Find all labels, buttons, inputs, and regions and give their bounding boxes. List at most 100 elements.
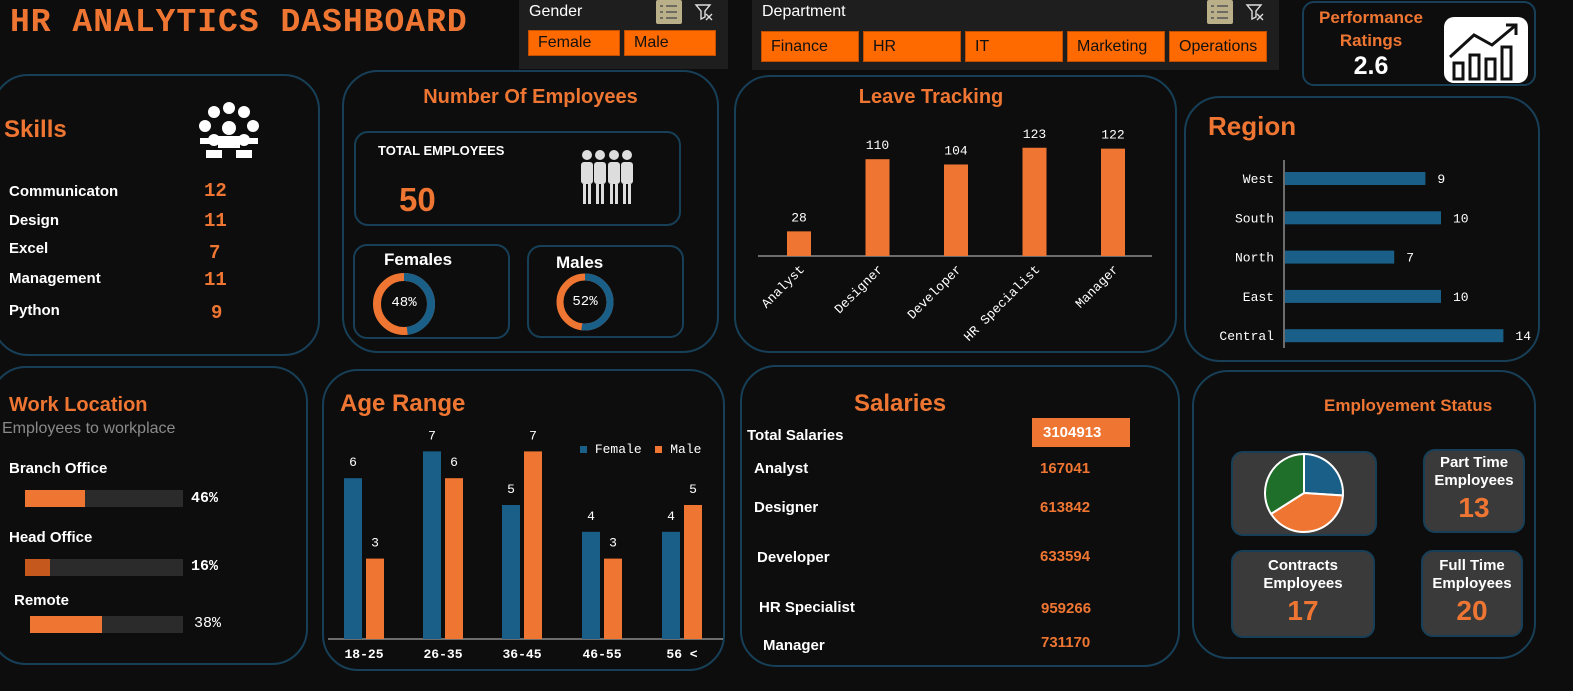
part-time-label: Part Time Employees: [1434, 454, 1514, 489]
region-panel: Region West 9 South 10 North 7 East 10 Central 14: [1184, 96, 1540, 362]
location-bar: [30, 616, 183, 633]
salary-amount: 613842: [1040, 499, 1091, 516]
region-data-label: 10: [1453, 290, 1469, 305]
salary-amount: 167041: [1040, 460, 1091, 477]
age-data-label: 3: [371, 536, 379, 551]
multi-select-icon[interactable]: [656, 0, 682, 24]
leave-category-label: HR Specialist: [961, 262, 1043, 344]
slicer-option-hr[interactable]: HR: [863, 31, 961, 62]
employees-title: Number Of Employees: [423, 86, 638, 108]
salary-role: HR Specialist: [759, 599, 855, 616]
leave-category-label: Developer: [905, 262, 965, 322]
leave-data-label: 28: [791, 210, 807, 225]
region-data-label: 10: [1453, 211, 1469, 226]
age-data-label: 5: [507, 482, 515, 497]
part-time-card: Part Time Employees 13: [1423, 449, 1525, 533]
leave-bar: [1022, 147, 1047, 256]
region-category-label: West: [1243, 172, 1274, 187]
dashboard-title: HR ANALYTICS DASHBOARD: [10, 4, 468, 41]
location-bar-fill: [25, 490, 85, 507]
skill-count: 11: [204, 269, 227, 291]
total-employees-value: 50: [399, 181, 436, 218]
age-category-label: 56 <: [666, 647, 697, 662]
skill-name: Management: [9, 270, 101, 287]
clear-filter-icon[interactable]: [1245, 2, 1265, 22]
location-bar: [25, 490, 183, 507]
region-bar: [1285, 172, 1426, 185]
slicer-option-male[interactable]: Male: [624, 30, 716, 56]
males-card: Males 52%: [527, 245, 684, 338]
contracts-value: 17: [1287, 595, 1319, 626]
age-category-label: 36-45: [502, 647, 541, 662]
age-data-label: 6: [450, 455, 458, 470]
skill-name: Python: [9, 302, 60, 319]
salary-role: Analyst: [754, 460, 809, 477]
gender-slicer-label: Gender: [529, 3, 583, 20]
salaries-panel: Salaries Total Salaries 3104913 Analyst …: [740, 365, 1180, 667]
people-row-icon: [578, 147, 636, 209]
leave-data-label: 110: [866, 138, 889, 153]
clear-filter-icon[interactable]: [694, 2, 714, 22]
salary-role: Developer: [757, 549, 830, 566]
females-percent: 48%: [391, 295, 417, 311]
region-category-label: Central: [1219, 329, 1274, 344]
slicer-option-operations[interactable]: Operations: [1169, 31, 1267, 62]
skill-name: Design: [9, 212, 60, 229]
region-category-label: South: [1235, 211, 1274, 226]
slicer-option-it[interactable]: IT: [965, 31, 1063, 62]
age-bar: [423, 451, 441, 639]
age-bar: [502, 505, 520, 639]
slicer-option-female[interactable]: Female: [528, 30, 620, 56]
age-bar: [662, 531, 680, 639]
age-category-label: 26-35: [423, 647, 462, 662]
region-data-label: 14: [1515, 329, 1531, 344]
region-data-label: 7: [1406, 251, 1414, 266]
age-chart: 6318-257626-355736-454346-554556 <: [328, 428, 723, 662]
contracts-card: Contracts Employees 17: [1231, 550, 1375, 638]
leave-chart: 28 Analyst 110 Designer 104 Developer 123 HR Sp…: [758, 127, 1152, 345]
performance-panel: Performance Ratings 2.6: [1302, 1, 1536, 86]
region-category-label: North: [1235, 251, 1274, 266]
gender-slicer: Gender Female Male: [519, 0, 728, 69]
location-bar-fill: [25, 559, 50, 576]
age-data-label: 4: [667, 509, 675, 524]
location-name: Branch Office: [9, 460, 108, 477]
age-bar: [604, 558, 622, 639]
location-percent: 46%: [191, 490, 219, 507]
leave-category-label: Analyst: [759, 262, 808, 311]
leave-data-label: 123: [1023, 127, 1046, 142]
region-bar: [1285, 211, 1441, 225]
salary-amount: 959266: [1041, 600, 1092, 617]
region-bar: [1285, 289, 1441, 303]
leave-bar: [787, 231, 811, 256]
skills-title: Skills: [4, 116, 67, 143]
slicer-option-finance[interactable]: Finance: [761, 31, 859, 62]
leave-bar: [865, 159, 890, 256]
multi-select-icon[interactable]: [1207, 0, 1233, 24]
pie-slice: [1303, 452, 1344, 497]
contracts-label: Contracts Employees: [1263, 557, 1343, 592]
full-time-card: Full Time Employees 20: [1421, 550, 1523, 637]
work-location-title: Work Location: [9, 394, 148, 416]
age-bar: [524, 451, 542, 639]
leave-bar: [944, 164, 968, 256]
age-bar: [684, 505, 702, 639]
performance-value: 2.6: [1353, 52, 1389, 80]
leave-data-label: 104: [944, 143, 968, 158]
females-label: Females: [384, 250, 453, 269]
region-category-label: East: [1243, 290, 1274, 305]
age-category-label: 18-25: [344, 647, 383, 662]
age-data-label: 7: [529, 428, 537, 443]
part-time-value: 13: [1458, 492, 1490, 523]
salaries-title: Salaries: [854, 390, 947, 417]
growth-chart-icon: [1444, 17, 1528, 83]
age-data-label: 7: [428, 428, 436, 443]
age-data-label: 6: [349, 455, 357, 470]
skill-name: Communicaton: [9, 183, 119, 200]
leave-category-label: Manager: [1073, 262, 1122, 311]
work-location-panel: Work Location Employees to workplace Bra…: [0, 366, 308, 665]
skill-count: 12: [204, 180, 227, 202]
total-employees-label: TOTAL EMPLOYEES: [378, 143, 505, 158]
skills-panel: Skills Communicaton 12 Design 11 Excel 7…: [0, 74, 320, 356]
slicer-option-marketing[interactable]: Marketing: [1067, 31, 1165, 62]
